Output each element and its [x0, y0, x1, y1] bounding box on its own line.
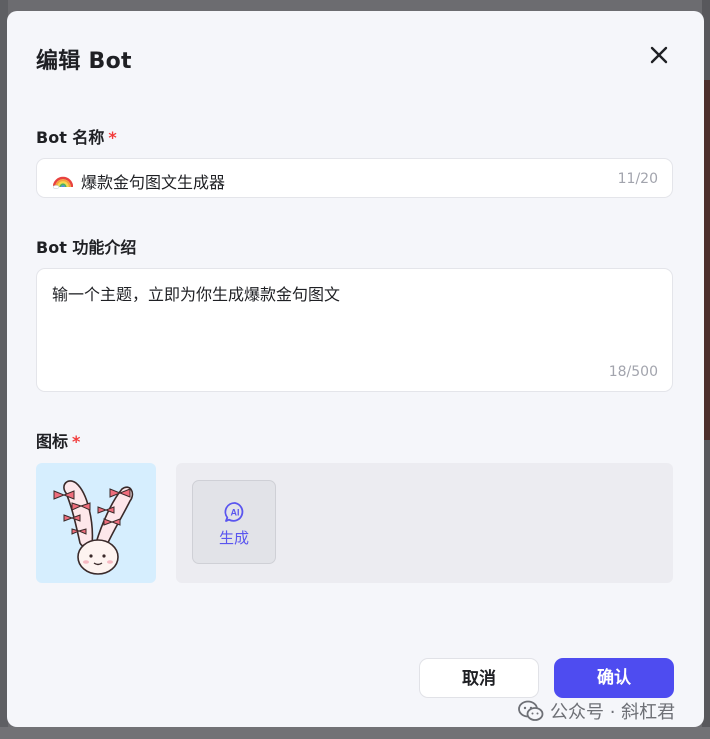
confirm-button[interactable]: 确认 — [554, 658, 674, 698]
bot-name-input[interactable]: 爆款金句图文生成器 11/20 — [36, 158, 673, 198]
icon-label: 图标 * — [36, 428, 80, 452]
edit-bot-dialog: 编辑 Bot Bot 名称 * 爆款金句图文生成器 11/20 Bot 功能介绍 … — [7, 11, 704, 727]
svg-text:AI: AI — [231, 508, 240, 518]
bot-name-value: 爆款金句图文生成器 — [81, 173, 226, 192]
cancel-button[interactable]: 取消 — [419, 658, 539, 698]
icon-label-text: 图标 — [36, 432, 69, 451]
required-mark: * — [72, 432, 81, 451]
required-mark: * — [108, 128, 117, 147]
bot-desc-value: 输一个主题，立即为你生成爆款金句图文 — [52, 285, 341, 304]
bot-name-counter: 11/20 — [617, 171, 658, 187]
ai-generate-button[interactable]: AI 生成 — [192, 480, 276, 564]
watermark: 公众号 · 斜杠君 — [518, 698, 675, 724]
bot-desc-label: Bot 功能介绍 — [36, 238, 137, 257]
icon-generate-panel: AI 生成 — [176, 463, 673, 583]
bot-icon-preview[interactable] — [36, 463, 156, 583]
bot-name-label: Bot 名称 * — [36, 124, 117, 148]
ai-chat-icon: AI — [224, 502, 244, 522]
rainbow-emoji-icon — [53, 176, 73, 189]
background-app-strip — [704, 80, 710, 440]
bunny-ears-avatar-icon — [53, 480, 134, 575]
ai-generate-label: 生成 — [218, 529, 249, 547]
wechat-icon — [518, 700, 544, 721]
bot-desc-textarea[interactable]: 输一个主题，立即为你生成爆款金句图文 18/500 — [36, 268, 673, 392]
close-button[interactable] — [648, 44, 670, 66]
watermark-text: 公众号 · 斜杠君 — [550, 702, 676, 723]
bot-name-label-text: Bot 名称 — [36, 128, 105, 147]
dialog-title: 编辑 Bot — [36, 49, 132, 74]
background-app-bottom — [0, 727, 710, 739]
close-icon — [650, 46, 668, 64]
bot-desc-counter: 18/500 — [608, 364, 658, 380]
